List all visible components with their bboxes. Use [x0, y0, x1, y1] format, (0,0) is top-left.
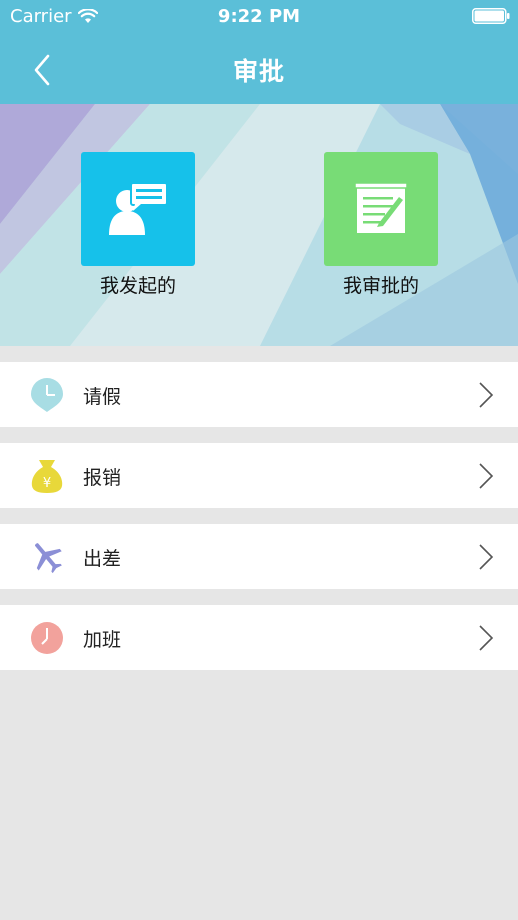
page-title: 审批: [232, 57, 285, 86]
banner: 我发起的 我审批的: [0, 104, 518, 346]
list-item-overtime[interactable]: 加班: [0, 605, 518, 670]
approved-label: 我审批的: [342, 275, 419, 297]
battery-icon: [472, 8, 510, 24]
initiated-label: 我发起的: [99, 275, 176, 297]
approval-type-list: 请假 ¥ 报销 出差 加班: [0, 362, 518, 686]
header: Carrier 9:22 PM 审批: [0, 0, 518, 104]
approved-icon-box: [324, 152, 438, 266]
chevron-right-icon: [479, 463, 494, 489]
list-item-label: 出差: [83, 548, 122, 570]
chat-person-icon: [109, 182, 168, 235]
chevron-right-icon: [479, 625, 494, 651]
list-item-business-trip[interactable]: 出差: [0, 524, 518, 589]
chevron-right-icon: [479, 544, 494, 570]
svg-text:¥: ¥: [43, 476, 51, 491]
clock-icon: [31, 622, 63, 654]
airplane-icon: [34, 543, 62, 574]
money-bag-icon: ¥: [31, 460, 63, 493]
initiated-by-me-tile[interactable]: 我发起的: [68, 152, 208, 298]
list-item-reimbursement[interactable]: ¥ 报销: [0, 443, 518, 508]
status-bar: Carrier 9:22 PM: [0, 0, 518, 34]
status-time: 9:22 PM: [217, 6, 301, 27]
clock-pin-icon: [31, 378, 63, 412]
list-item-label: 请假: [83, 386, 122, 408]
chevron-right-icon: [479, 382, 494, 408]
list-item-label: 报销: [83, 467, 122, 489]
approved-by-me-tile[interactable]: 我审批的: [311, 152, 451, 298]
initiated-icon-box: [81, 152, 195, 266]
notepad-pencil-icon: [354, 182, 408, 233]
list-item-leave[interactable]: 请假: [0, 362, 518, 427]
nav-bar: 审批: [0, 34, 518, 104]
list-item-label: 加班: [83, 629, 122, 651]
